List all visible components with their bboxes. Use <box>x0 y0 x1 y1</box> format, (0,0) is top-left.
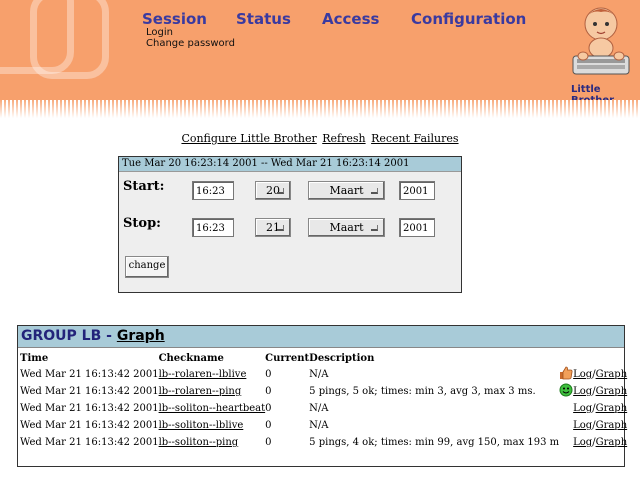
group-panel: GROUP LB - Graph Time Checkname Current … <box>17 325 627 467</box>
log-link[interactable]: Log <box>573 420 592 431</box>
stop-day-select[interactable]: 21 <box>255 218 291 237</box>
group-header: GROUP LB - Graph <box>18 326 624 348</box>
header-bar: Session Status Access Configuration Logi… <box>0 0 640 100</box>
smiley-icon <box>559 383 573 397</box>
start-month-select[interactable]: Maart <box>308 181 385 200</box>
nav-configuration[interactable]: Configuration <box>411 10 526 28</box>
col-checkname: Checkname <box>158 352 224 364</box>
graph-link[interactable]: Graph <box>596 403 628 414</box>
checkname-link[interactable]: lb--soliton--ping <box>159 437 239 448</box>
table-header-row: Time Checkname Current Description <box>20 350 627 366</box>
checks-table: Time Checkname Current Description Wed M… <box>20 350 627 451</box>
log-link[interactable]: Log <box>573 403 592 414</box>
start-time-input[interactable]: 16:23 <box>192 181 234 200</box>
table-row: Wed Mar 21 16:13:42 2001 lb--rolaren--lb… <box>20 366 627 383</box>
dropdown-arrow-icon <box>371 188 378 194</box>
thumbs-up-icon <box>560 366 573 380</box>
graph-link[interactable]: Graph <box>596 437 628 448</box>
log-link[interactable]: Log <box>573 369 592 380</box>
checkname-link[interactable]: lb--soliton--lblive <box>159 420 244 431</box>
session-submenu: Login Change password <box>146 27 235 49</box>
start-label: Start: <box>123 179 165 194</box>
time-range-text: Tue Mar 20 16:23:14 2001 -- Wed Mar 21 1… <box>119 157 461 172</box>
checkname-link[interactable]: lb--rolaren--ping <box>159 386 242 397</box>
stop-year-input[interactable]: 2001 <box>399 218 435 237</box>
baby-mascot-icon <box>572 7 630 75</box>
graph-link[interactable]: Graph <box>596 369 628 380</box>
group-title: GROUP LB - <box>21 328 112 344</box>
table-row: Wed Mar 21 16:13:42 2001 lb--soliton--he… <box>20 403 628 414</box>
nav-session[interactable]: Session <box>142 10 207 28</box>
table-row: Wed Mar 21 16:13:42 2001 lb--soliton--pi… <box>20 437 628 448</box>
log-link[interactable]: Log <box>573 386 592 397</box>
graph-link[interactable]: Graph <box>596 420 628 431</box>
header-decoration <box>30 0 109 79</box>
stop-month-select[interactable]: Maart <box>308 218 385 237</box>
dropdown-arrow-icon <box>277 188 284 194</box>
group-graph-link[interactable]: Graph <box>117 328 165 344</box>
checkname-link[interactable]: lb--rolaren--lblive <box>159 369 247 380</box>
checkname-link[interactable]: lb--soliton--heartbeat <box>159 403 266 414</box>
col-description: Description <box>309 352 375 364</box>
configure-link[interactable]: Configure Little Brother <box>181 132 316 145</box>
nav-status[interactable]: Status <box>236 10 291 28</box>
stop-label: Stop: <box>123 216 161 231</box>
start-year-input[interactable]: 2001 <box>399 181 435 200</box>
graph-link[interactable]: Graph <box>596 386 628 397</box>
time-range-form: Tue Mar 20 16:23:14 2001 -- Wed Mar 21 1… <box>118 156 462 293</box>
log-link[interactable]: Log <box>573 437 592 448</box>
start-day-select[interactable]: 20 <box>255 181 291 200</box>
change-password-link[interactable]: Change password <box>146 38 235 49</box>
nav-access[interactable]: Access <box>322 10 379 28</box>
dropdown-arrow-icon <box>371 225 378 231</box>
recent-failures-link[interactable]: Recent Failures <box>371 132 458 145</box>
top-links: Configure Little Brother Refresh Recent … <box>0 132 640 145</box>
table-row: Wed Mar 21 16:13:42 2001 lb--rolaren--pi… <box>20 383 627 400</box>
change-button[interactable]: change <box>125 256 169 278</box>
col-current: Current <box>265 352 310 364</box>
col-time: Time <box>20 352 49 364</box>
table-row: Wed Mar 21 16:13:42 2001 lb--soliton--lb… <box>20 420 628 431</box>
brand-label: Little Brother <box>571 84 614 100</box>
refresh-link[interactable]: Refresh <box>322 132 365 145</box>
header-fade <box>0 100 640 118</box>
login-link[interactable]: Login <box>146 27 235 38</box>
stop-time-input[interactable]: 16:23 <box>192 218 234 237</box>
dropdown-arrow-icon <box>277 225 284 231</box>
